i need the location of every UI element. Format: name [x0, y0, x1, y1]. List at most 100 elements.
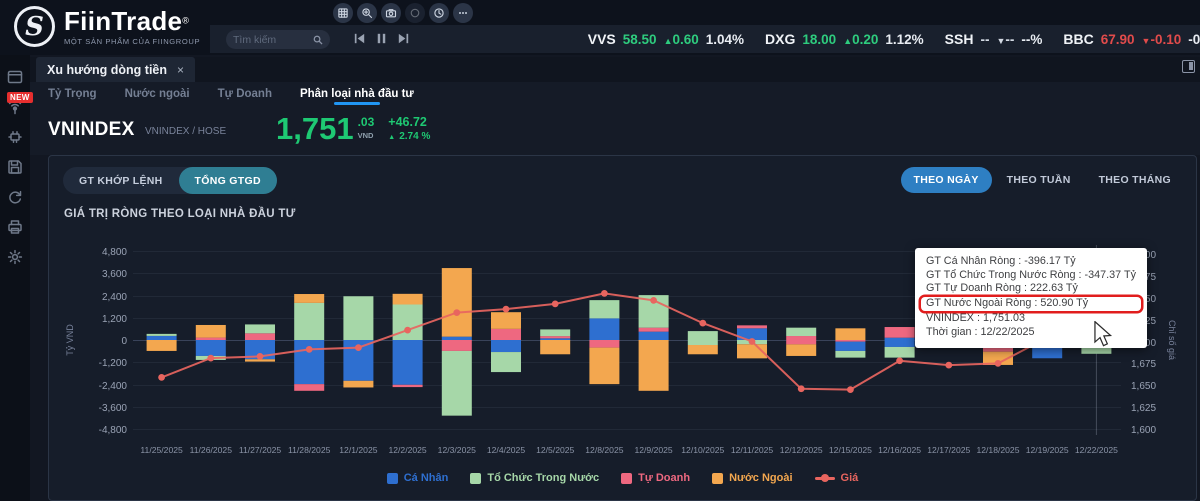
nuoc_ngoai-bar-segment[interactable]: [835, 328, 866, 340]
record-button[interactable]: [405, 3, 425, 23]
nuoc_ngoai-bar-segment[interactable]: [687, 345, 718, 355]
search-input[interactable]: [233, 33, 313, 46]
nuoc_ngoai-bar-segment[interactable]: [343, 380, 374, 388]
tu_doanh-bar-segment[interactable]: [491, 328, 521, 340]
period-button[interactable]: THEO TUẦN: [994, 167, 1084, 193]
sidebar-window-icon[interactable]: [6, 68, 24, 86]
to_chuc-bar-segment[interactable]: [687, 331, 718, 340]
gia-point[interactable]: [896, 357, 903, 365]
ticker-dxg[interactable]: DXG 18.00 ▲0.20 1.12%: [765, 31, 924, 47]
tu_doanh-bar-segment[interactable]: [245, 333, 275, 340]
gia-point[interactable]: [601, 289, 608, 297]
gia-point[interactable]: [453, 309, 461, 317]
ca_nhan-bar-segment[interactable]: [392, 340, 423, 385]
nuoc_ngoai-bar-segment[interactable]: [540, 340, 571, 355]
subnav-item[interactable]: Tỷ Trọng: [48, 88, 97, 100]
to_chuc-bar-segment[interactable]: [884, 346, 915, 358]
to_chuc-bar-segment[interactable]: [589, 300, 620, 319]
to_chuc-bar-segment[interactable]: [687, 340, 718, 346]
nuoc_ngoai-bar-segment[interactable]: [638, 340, 669, 391]
gia-point[interactable]: [994, 359, 1002, 367]
nuoc_ngoai-bar-segment[interactable]: [786, 344, 817, 356]
to_chuc-bar-segment[interactable]: [540, 329, 571, 337]
ca_nhan-bar-segment[interactable]: [540, 338, 571, 340]
tu_doanh-bar-segment[interactable]: [638, 327, 669, 332]
nuoc_ngoai-bar-segment[interactable]: [146, 340, 177, 351]
pause-icon[interactable]: [374, 31, 389, 46]
gia-point[interactable]: [158, 373, 165, 381]
ca_nhan-bar-segment[interactable]: [146, 335, 177, 340]
nuoc_ngoai-bar-segment[interactable]: [441, 268, 472, 337]
subnav-item[interactable]: Nước ngoài: [125, 88, 190, 100]
tu_doanh-bar-segment[interactable]: [589, 340, 620, 348]
gia-point[interactable]: [847, 386, 854, 394]
to_chuc-bar-segment[interactable]: [441, 350, 472, 416]
tu_doanh-bar-segment[interactable]: [835, 340, 866, 342]
sidebar-printer-icon[interactable]: [6, 218, 24, 236]
ca_nhan-bar-segment[interactable]: [491, 340, 521, 353]
gia-point[interactable]: [305, 345, 313, 353]
gia-point[interactable]: [502, 305, 510, 313]
ticker-ssh[interactable]: SSH -- ▼-- --%: [945, 31, 1043, 47]
to_chuc-bar-segment[interactable]: [245, 324, 275, 334]
nuoc_ngoai-bar-segment[interactable]: [491, 312, 521, 329]
ca_nhan-bar-segment[interactable]: [589, 318, 620, 340]
clock-button[interactable]: [429, 3, 449, 23]
gia-point[interactable]: [256, 352, 264, 360]
sidebar-settings-icon[interactable]: [6, 248, 24, 266]
tu_doanh-bar-segment[interactable]: [392, 384, 423, 388]
gia-point[interactable]: [355, 344, 362, 352]
tab-close-icon[interactable]: ×: [177, 63, 184, 77]
ca_nhan-bar-segment[interactable]: [884, 337, 915, 340]
legend-item-tu_doanh[interactable]: Tự Doanh: [621, 472, 690, 484]
value-type-button[interactable]: GT KHỚP LỆNH: [63, 167, 179, 194]
period-button[interactable]: THEO THÁNG: [1086, 167, 1184, 193]
nuoc_ngoai-bar-segment[interactable]: [195, 324, 226, 338]
gia-point[interactable]: [748, 338, 756, 345]
zoom-button[interactable]: [357, 3, 377, 23]
tu_doanh-bar-segment[interactable]: [737, 325, 767, 329]
subnav-item[interactable]: Tự Doanh: [218, 88, 272, 100]
gia-point[interactable]: [207, 354, 215, 362]
ticker-bbc[interactable]: BBC 67.90 ▼-0.10 -0.: [1063, 31, 1200, 47]
to_chuc-bar-segment[interactable]: [1081, 347, 1112, 354]
skip-back-icon[interactable]: [352, 31, 367, 46]
legend-item-nuoc_ngoai[interactable]: Nước Ngoài: [712, 472, 793, 484]
panel-toggle-icon[interactable]: [1182, 60, 1195, 73]
grid-button[interactable]: [333, 3, 353, 23]
to_chuc-bar-segment[interactable]: [786, 327, 817, 337]
tu_doanh-bar-segment[interactable]: [786, 340, 817, 345]
gia-point[interactable]: [797, 385, 805, 393]
legend-item-to_chuc[interactable]: Tổ Chức Trong Nước: [470, 472, 599, 484]
tu_doanh-bar-segment[interactable]: [884, 327, 915, 338]
nuoc_ngoai-bar-segment[interactable]: [392, 293, 423, 305]
gia-point[interactable]: [699, 319, 707, 327]
ca_nhan-bar-segment[interactable]: [835, 341, 866, 351]
ca_nhan-bar-segment[interactable]: [884, 340, 915, 347]
gia-point[interactable]: [945, 361, 953, 369]
ticker-vvs[interactable]: VVS 58.50 ▲0.60 1.04%: [588, 31, 744, 47]
skip-forward-icon[interactable]: [396, 31, 411, 46]
gia-point[interactable]: [650, 296, 657, 304]
tu_doanh-bar-segment[interactable]: [195, 337, 226, 340]
to_chuc-bar-segment[interactable]: [294, 302, 325, 340]
gia-point[interactable]: [404, 326, 411, 334]
camera-button[interactable]: [381, 3, 401, 23]
to_chuc-bar-segment[interactable]: [343, 296, 374, 340]
to_chuc-bar-segment[interactable]: [835, 350, 866, 358]
to_chuc-bar-segment[interactable]: [491, 352, 521, 373]
tu_doanh-bar-segment[interactable]: [540, 336, 571, 339]
tu_doanh-bar-segment[interactable]: [786, 336, 817, 340]
value-type-button[interactable]: TỔNG GTGD: [178, 167, 277, 194]
legend-item-gia[interactable]: Giá: [814, 472, 858, 484]
ca_nhan-bar-segment[interactable]: [195, 340, 226, 356]
nuoc_ngoai-bar-segment[interactable]: [294, 294, 325, 303]
legend-item-ca_nhan[interactable]: Cá Nhân: [386, 472, 448, 484]
sidebar-save-icon[interactable]: [6, 158, 24, 176]
tu_doanh-bar-segment[interactable]: [441, 340, 472, 351]
period-button[interactable]: THEO NGÀY: [900, 167, 992, 193]
nuoc_ngoai-bar-segment[interactable]: [589, 347, 620, 385]
tu_doanh-bar-segment[interactable]: [294, 384, 325, 391]
ca_nhan-bar-segment[interactable]: [441, 336, 472, 340]
tab-xu-huong-dong-tien[interactable]: Xu hướng dòng tiền ×: [36, 57, 196, 82]
